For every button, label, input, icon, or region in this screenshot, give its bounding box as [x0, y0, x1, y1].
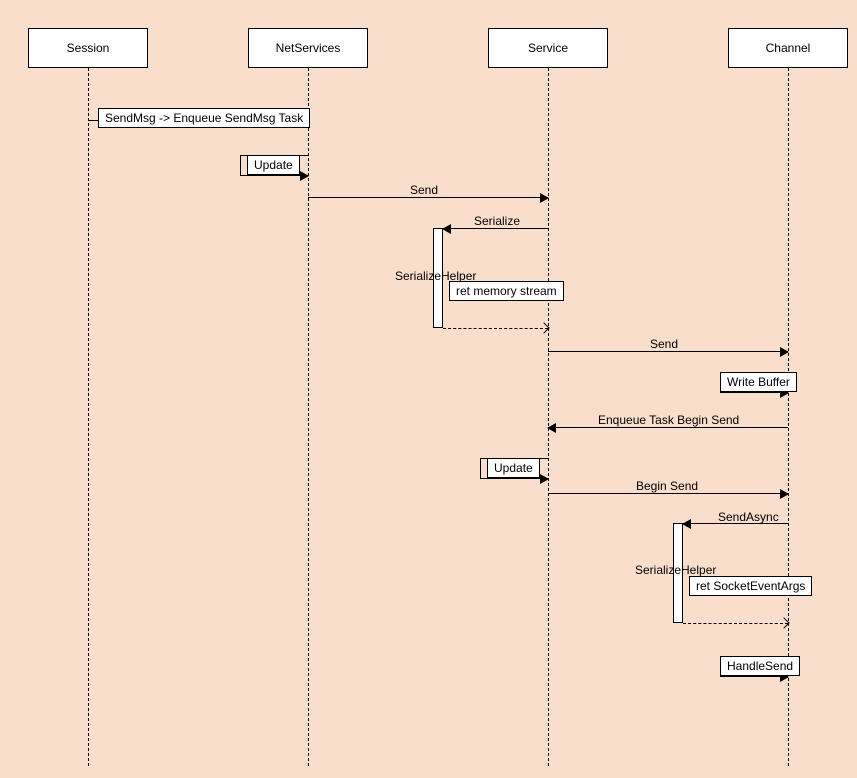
msg-ret-socket-event-args [683, 623, 788, 624]
message-label: Begin Send [636, 479, 698, 493]
message-label: ret SocketEventArgs [696, 579, 805, 593]
label-send2: Send [650, 337, 678, 351]
self-writebuffer-bottom [720, 392, 788, 393]
participant-netservices: NetServices [248, 28, 368, 68]
msg-send1 [308, 197, 548, 198]
label-update2: Update [487, 458, 540, 478]
message-label: Send [650, 337, 678, 351]
label-send1: Send [410, 183, 438, 197]
participant-label: Channel [766, 41, 811, 55]
msg-enqueue-begin-send [548, 427, 788, 428]
self-update1-stub [240, 155, 241, 175]
participant-label: Session [67, 41, 110, 55]
message-label: Serialize [474, 214, 520, 228]
message-label: HandleSend [727, 659, 793, 673]
message-label: SendAsync [718, 510, 779, 524]
label-ret-memory-stream: ret memory stream [449, 281, 564, 301]
label-enqueue-begin-send: Enqueue Task Begin Send [598, 413, 739, 427]
message-label: Update [494, 461, 533, 475]
label-serialize: Serialize [474, 214, 520, 228]
message-label: Update [254, 158, 293, 172]
message-label: Send [410, 183, 438, 197]
msg-begin-send [548, 493, 788, 494]
participant-channel: Channel [728, 28, 848, 68]
message-label: SerializeHelper [635, 563, 716, 577]
msg-serialize [443, 228, 548, 229]
message-label: Write Buffer [727, 375, 790, 389]
label-write-buffer: Write Buffer [720, 372, 797, 392]
label-send-async: SendAsync [718, 510, 779, 524]
self-handlesend-bottom [720, 676, 788, 677]
message-label: Enqueue Task Begin Send [598, 413, 739, 427]
label-serialize-helper2: SerializeHelper [635, 563, 716, 577]
lifeline-session [88, 68, 89, 766]
message-label: ret memory stream [456, 284, 557, 298]
lifeline-service [548, 68, 549, 766]
participant-label: Service [528, 41, 568, 55]
label-update1: Update [247, 155, 300, 175]
self-update2-bottom [480, 478, 548, 479]
self-update1-bottom [240, 175, 308, 176]
sequence-diagram: Session NetServices Service Channel Send… [0, 0, 857, 778]
message-label: SendMsg -> Enqueue SendMsg Task [105, 111, 303, 125]
label-handle-send: HandleSend [720, 656, 800, 676]
participant-service: Service [488, 28, 608, 68]
label-begin-send: Begin Send [636, 479, 698, 493]
participant-session: Session [28, 28, 148, 68]
participant-label: NetServices [276, 41, 341, 55]
self-update2-stub [480, 458, 481, 478]
msg-ret-memory-stream [443, 328, 548, 329]
msg-send2 [548, 351, 788, 352]
label-ret-socket-event-args: ret SocketEventArgs [689, 576, 812, 596]
label-sendmsg-enqueue: SendMsg -> Enqueue SendMsg Task [98, 108, 310, 128]
